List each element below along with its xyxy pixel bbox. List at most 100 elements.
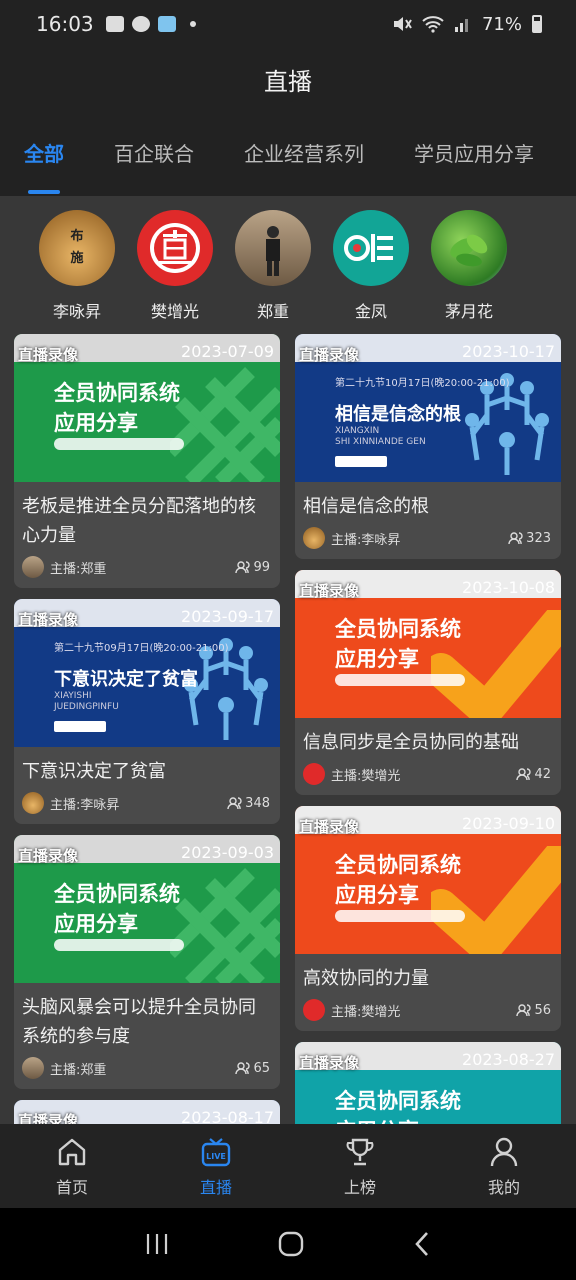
- thumb-line: 全员协同系统: [335, 853, 461, 877]
- replay-badge: 直播录像: [18, 346, 79, 364]
- video-card[interactable]: 全员协同系统 应用分享 直播录像 2023-10-08 信息同步是全员协同的基础 …: [295, 570, 561, 795]
- tab-joint[interactable]: 百企联合: [114, 138, 194, 194]
- host-label: 主播:李咏昇: [50, 797, 120, 813]
- nav-ranking[interactable]: 上榜: [288, 1124, 432, 1208]
- viewer-count: 348: [245, 795, 270, 811]
- tab-student-share[interactable]: 学员应用分享: [414, 138, 534, 194]
- gallery-icon: [105, 16, 124, 32]
- pattern-graphic: [170, 367, 280, 482]
- video-thumbnail: 全员协同系统应用分享 直播录像 2023-08-27: [295, 1042, 561, 1124]
- replay-badge: 直播录像: [299, 582, 360, 600]
- nav-profile[interactable]: 我的: [432, 1124, 576, 1208]
- replay-badge: 直播录像: [299, 1054, 360, 1072]
- host-avatar-small: [303, 999, 325, 1021]
- viewer-count: 323: [526, 530, 551, 546]
- nav-home[interactable]: 首页: [0, 1124, 144, 1208]
- replay-badge: 直播录像: [299, 818, 360, 836]
- thumb-headline: 相信是信念的根: [335, 404, 461, 425]
- battery-icon: [532, 15, 542, 33]
- video-card[interactable]: 第二十九节09月17日(晚20:00-21:00) 下意识决定了贫富 XIAYI…: [14, 599, 280, 824]
- viewers-icon: [508, 532, 523, 544]
- host-avatar: 布 施: [39, 210, 115, 286]
- video-card[interactable]: 直播录像 2023-08-17: [14, 1100, 280, 1124]
- video-date: 2023-08-17: [181, 1108, 274, 1124]
- tab-all[interactable]: 全部: [24, 138, 64, 194]
- video-card[interactable]: 第二十九节10月17日(晚20:00-21:00) 相信是信念的根 XIANGX…: [295, 334, 561, 559]
- trophy-icon: [346, 1138, 374, 1166]
- wifi-icon: [422, 16, 444, 33]
- video-card[interactable]: 全员协同系统 应用分享 直播录像 2023-09-03 头脑风暴会可以提升全员协同…: [14, 835, 280, 1089]
- host-item[interactable]: 布 施 李咏昇: [28, 210, 126, 322]
- replay-badge: 直播录像: [18, 847, 79, 865]
- host-label: 主播:郑重: [50, 561, 107, 577]
- video-date: 2023-09-10: [462, 814, 555, 833]
- video-card[interactable]: 全员协同系统应用分享 直播录像 2023-08-27: [295, 1042, 561, 1124]
- video-card[interactable]: 全员协同系统 应用分享 直播录像 2023-07-09 老板是推进全员分配落地的核…: [14, 334, 280, 588]
- video-title: 相信是信念的根: [303, 496, 429, 517]
- thumb-line: 全员协同系统: [335, 1089, 461, 1113]
- thumb-line: 全员协同系统: [54, 381, 180, 405]
- video-date: 2023-10-17: [462, 342, 555, 361]
- live-content[interactable]: 布 施 李咏昇 樊增光 郑重 金凤 茅月花 全员协同系统 应用分享 直播录像 2…: [0, 196, 576, 1124]
- pattern-graphic: [170, 868, 280, 983]
- viewers-icon: [516, 768, 532, 780]
- person-icon: [490, 1137, 518, 1167]
- video-thumbnail: 全员协同系统 应用分享 直播录像 2023-07-09: [14, 334, 280, 482]
- video-thumbnail: 第二十九节10月17日(晚20:00-21:00) 相信是信念的根 XIANGX…: [295, 334, 561, 482]
- host-item[interactable]: 金凤: [322, 210, 420, 322]
- category-tabs: 全部 百企联合 企业经营系列 学员应用分享: [0, 138, 576, 194]
- video-thumbnail: 全员协同系统 应用分享 直播录像 2023-09-10: [295, 806, 561, 954]
- host-avatar: [431, 210, 507, 286]
- video-thumbnail: 全员协同系统 应用分享 直播录像 2023-09-03: [14, 835, 280, 983]
- replay-badge: 直播录像: [299, 346, 360, 364]
- bottom-nav: 首页 LIVE 直播 上榜 我的: [0, 1124, 576, 1208]
- viewers-icon: [227, 797, 242, 809]
- video-thumbnail: 第二十九节09月17日(晚20:00-21:00) 下意识决定了贫富 XIAYI…: [14, 599, 280, 747]
- thumb-line: 应用分享: [54, 411, 138, 435]
- video-date: 2023-09-17: [181, 607, 274, 626]
- status-bar: 16:03 71%: [0, 0, 576, 48]
- host-item[interactable]: 茅月花: [420, 210, 518, 322]
- host-label: 主播:樊增光: [331, 1004, 401, 1020]
- host-avatar: [235, 210, 311, 286]
- person-photo-icon: [266, 226, 280, 276]
- thumb-line: 应用分享: [335, 883, 419, 907]
- nav-label: 首页: [55, 1178, 88, 1197]
- viewer-count: 99: [253, 559, 270, 575]
- home-button-icon[interactable]: [277, 1230, 305, 1258]
- mute-icon: [393, 17, 412, 31]
- page-title: 直播: [264, 68, 312, 96]
- thumb-headline: 下意识决定了贫富: [54, 669, 198, 690]
- host-item[interactable]: 樊增光: [126, 210, 224, 322]
- host-label: 主播:李咏昇: [331, 532, 401, 548]
- logo-icon: [150, 223, 200, 273]
- video-date: 2023-09-03: [181, 843, 274, 862]
- thumb-pinyin: XIAYISHI JUEDINGPINFU: [54, 691, 119, 712]
- back-icon[interactable]: [412, 1230, 432, 1258]
- host-avatar: [333, 210, 409, 286]
- thumb-pinyin: XIANGXIN SHI XINNIANDE GEN: [335, 426, 426, 447]
- host-name: 樊增光: [150, 302, 199, 321]
- host-avatar-small: [303, 763, 325, 785]
- host-label: 主播:樊增光: [331, 768, 401, 784]
- host-label: 主播:郑重: [50, 1062, 107, 1078]
- nav-label: 上榜: [343, 1178, 376, 1197]
- weather-icon: [157, 16, 176, 32]
- svg-text:LIVE: LIVE: [206, 1152, 226, 1161]
- viewers-icon: [235, 561, 251, 573]
- video-date: 2023-07-09: [181, 342, 274, 361]
- host-item[interactable]: 郑重: [224, 210, 322, 322]
- thumb-line: 应用分享: [335, 647, 419, 671]
- recent-apps-icon[interactable]: [144, 1232, 170, 1256]
- nav-live[interactable]: LIVE 直播: [144, 1124, 288, 1208]
- viewers-icon: [516, 1004, 532, 1016]
- host-avatar-small: [303, 527, 325, 549]
- avatar-text: 布 施: [70, 229, 84, 266]
- host-avatar-small: [22, 792, 44, 814]
- cloud-icon: [131, 16, 150, 32]
- video-card[interactable]: 全员协同系统 应用分享 直播录像 2023-09-10 高效协同的力量 主播:樊增…: [295, 806, 561, 1031]
- logo-icon: [344, 234, 393, 262]
- tab-business-series[interactable]: 企业经营系列: [244, 138, 364, 194]
- nav-label: 直播: [199, 1178, 232, 1197]
- status-time: 16:03: [36, 12, 94, 36]
